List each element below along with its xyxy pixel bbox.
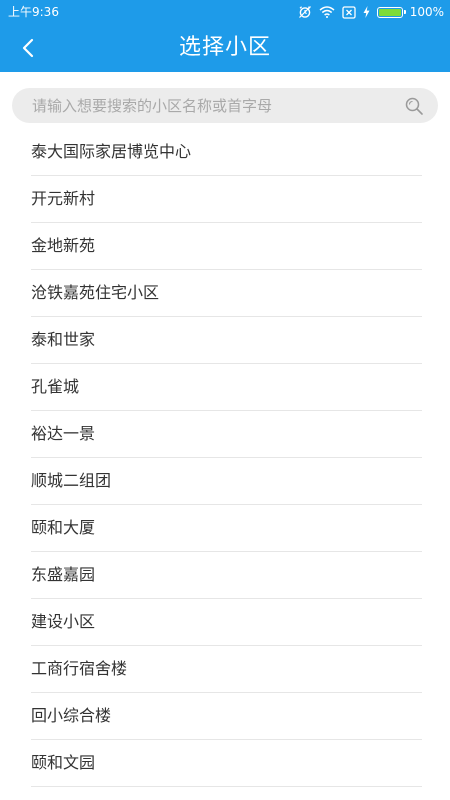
list-item[interactable]: 泰和世家 [0,317,450,364]
charging-icon [363,6,370,18]
community-name: 顺城二组团 [31,471,112,490]
community-name: 颐和文园 [31,753,96,772]
list-item[interactable]: 泰大国际家居博览中心 [0,129,450,176]
community-name: 工商行宿舍楼 [31,659,128,678]
community-name: 东盛嘉园 [31,565,96,584]
community-name: 建设小区 [31,612,96,631]
battery-icon [376,6,406,18]
status-time: 上午9:36 [8,5,59,19]
list-item[interactable]: 开元新村 [0,176,450,223]
community-name: 金地新苑 [31,236,96,255]
search-input[interactable] [32,88,392,123]
community-name: 颐和大厦 [31,518,96,537]
search-icon[interactable] [404,96,424,116]
list-item[interactable]: 金地新苑 [0,223,450,270]
list-item[interactable]: 工商行宿舍楼 [0,646,450,693]
community-name: 回小综合楼 [31,706,112,725]
battery-percent: 100% [409,5,444,19]
battery-fill [378,8,401,16]
app-header: 选择小区 [0,24,450,72]
community-name: 沧铁嘉苑住宅小区 [31,283,160,302]
community-list: 泰大国际家居博览中心 开元新村金地新苑沧铁嘉苑住宅小区 泰和世家孔雀城裕达一景顺城二… [0,129,450,787]
list-item[interactable]: 裕达一景 [0,411,450,458]
list-item[interactable]: 建设小区 [0,599,450,646]
list-item[interactable]: 颐和大厦 [0,505,450,552]
select-community-screen: 上午9:36 100% 选择小区 请输入想要搜索的小区名称或首字母 泰大国际家居… [0,0,450,800]
status-icons: 100% [298,3,444,21]
community-name: 泰和世家 [31,330,96,349]
no-sim-icon [342,5,356,19]
list-item[interactable]: 顺城二组团 [0,458,450,505]
list-item[interactable]: 回小综合楼 [0,693,450,740]
list-item[interactable]: 孔雀城 [0,364,450,411]
community-name: 裕达一景 [31,424,96,443]
community-name: 泰大国际家居博览中心 [31,142,192,161]
community-name: 开元新村 [31,189,96,208]
list-item[interactable]: 颐和文园 [0,740,450,787]
wifi-icon [319,6,335,18]
divider [31,786,422,787]
page-title: 选择小区 [178,35,271,60]
list-item[interactable]: 沧铁嘉苑住宅小区 [0,270,450,317]
search-bar [12,88,438,123]
community-name: 孔雀城 [31,377,80,396]
alarm-icon [298,5,312,19]
list-item[interactable]: 东盛嘉园 [0,552,450,599]
status-bar: 上午9:36 100% [0,0,450,24]
